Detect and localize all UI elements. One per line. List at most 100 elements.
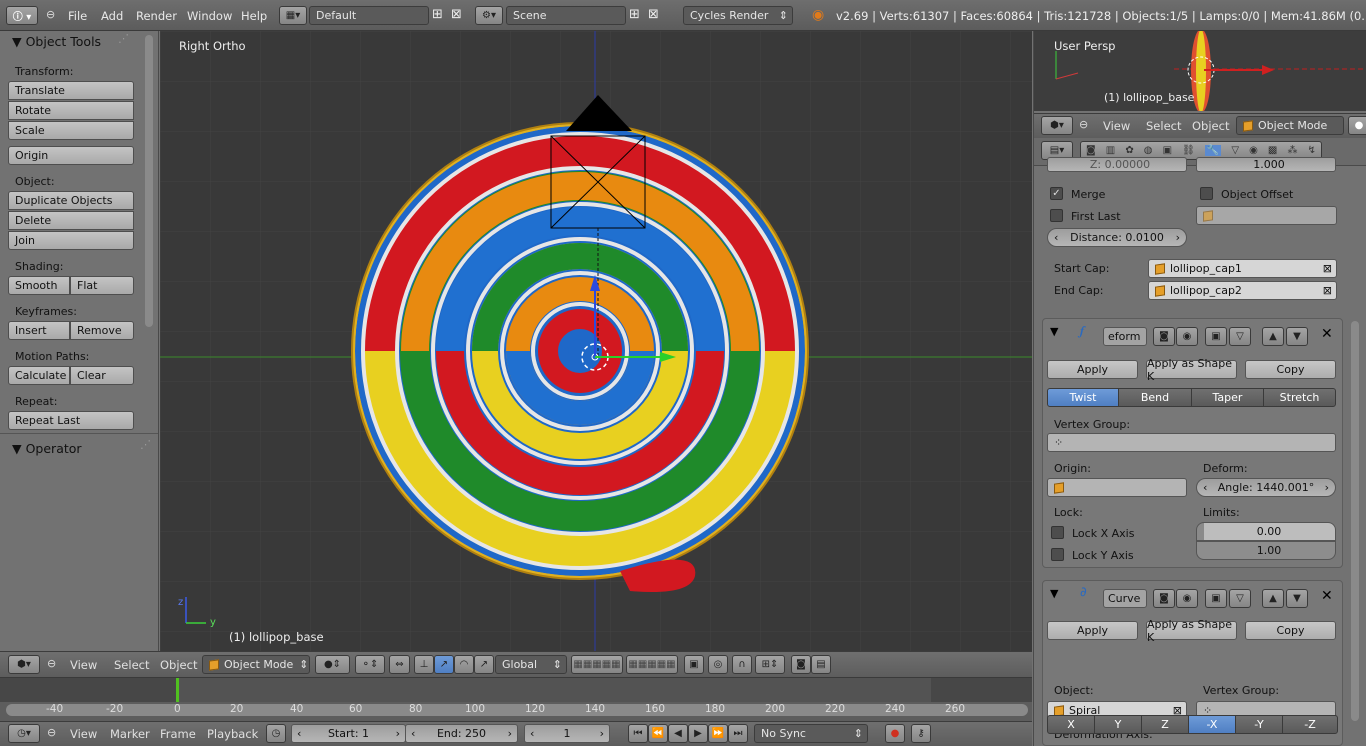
scene-button[interactable]: ⚙▾ [475,6,503,25]
delete-scene-icon[interactable]: ⊠ [648,7,659,22]
object-menu[interactable]: Object [160,658,197,672]
object-offset-checkbox[interactable] [1200,187,1213,200]
bend-tab[interactable]: Bend [1118,388,1192,407]
render-toggle-button[interactable]: ◙ [1153,589,1175,608]
mini-mode-select[interactable]: Object Mode [1236,116,1344,135]
scene-tab-icon[interactable]: ✿ [1125,145,1133,156]
duplicate-objects-button[interactable]: Duplicate Objects [8,191,134,210]
scale-manipulator-button[interactable]: ↗ [474,655,494,674]
z-offset-field[interactable]: Z: 0.00000 [1047,157,1187,172]
merge-distance-field[interactable]: ‹ Distance: 0.0100 › [1047,228,1187,247]
editmode-toggle-button[interactable]: ▣ [1205,589,1227,608]
viewport-canvas[interactable]: z y [160,31,1032,651]
taper-tab[interactable]: Taper [1191,388,1264,407]
move-up-button[interactable]: ▲ [1262,589,1284,608]
view-menu[interactable]: View [70,658,97,672]
world-tab-icon[interactable]: ◍ [1144,145,1153,156]
copy-button[interactable]: Copy [1245,360,1336,379]
current-frame-field[interactable]: ‹ 1 › [524,724,610,743]
rotate-button[interactable]: Rotate [8,101,134,120]
shelf-scrollbar[interactable] [145,35,153,327]
marker-menu[interactable]: Marker [110,727,150,741]
current-frame-indicator[interactable] [176,678,179,702]
clear-field-icon[interactable]: ⊠ [1323,284,1336,297]
editor-type-button[interactable]: ⬢▾ [8,655,40,674]
render-opengl-button[interactable]: ◙ [791,655,811,674]
object-tab-icon[interactable]: ▣ [1163,145,1172,156]
proportional-edit-button[interactable]: ◎ [708,655,728,674]
limit-min-field[interactable]: 0.00 [1196,522,1336,541]
frame-menu[interactable]: Frame [160,727,196,741]
playback-menu[interactable]: Playback [207,727,258,741]
play-button[interactable]: ▶ [688,724,708,743]
mini-3d-view[interactable]: User Persp (1) lollipop_base [1034,31,1366,111]
collapse-triangle-icon[interactable]: ▼ [1050,325,1058,338]
timeline-scrollbar[interactable] [6,704,1028,716]
origin-object-field[interactable] [1047,478,1187,497]
jump-end-button[interactable]: ⏭ [728,724,748,743]
rotate-manipulator-button[interactable]: ◠ [454,655,474,674]
manipulator-toggle-button[interactable]: ⇔ [389,655,410,674]
layer-buttons-b[interactable]: ▦▦▦▦▦ [626,655,678,674]
axis-y-button[interactable]: Y [1094,715,1142,734]
viewport-toggle-button[interactable]: ◉ [1176,327,1198,346]
delete-button[interactable]: Delete [8,211,134,230]
cage-toggle-button[interactable]: ▽ [1229,589,1251,608]
flat-button[interactable]: Flat [70,276,134,295]
remove-modifier-icon[interactable]: ✕ [1321,326,1333,342]
copy-button[interactable]: Copy [1245,621,1336,640]
lock-x-checkbox[interactable] [1051,526,1064,539]
mini-object-menu[interactable]: Object [1192,119,1229,133]
screen-layout-field[interactable]: Default [309,6,429,25]
apply-as-shape-button[interactable]: Apply as Shape K [1146,618,1237,644]
mini-editor-type-button[interactable]: ⬢▾ [1041,116,1073,135]
pivot-point-button[interactable]: ⚬⇕ [355,655,385,674]
collapse-menu-icon[interactable]: ⊖ [47,726,56,739]
constraints-tab-icon[interactable]: ⛓ [1182,145,1195,156]
origin-button[interactable]: Origin [8,146,134,165]
stretch-tab[interactable]: Stretch [1263,388,1336,407]
collapse-menu-icon[interactable]: ⊖ [1079,118,1088,131]
menu-file[interactable]: File [68,9,87,23]
join-button[interactable]: Join [8,231,134,250]
delete-layout-icon[interactable]: ⊠ [451,7,462,22]
layers-tab-icon[interactable]: ▥ [1106,145,1115,156]
axis-neg-y-button[interactable]: -Y [1235,715,1283,734]
clear-field-icon[interactable]: ⊠ [1323,262,1336,275]
menu-render[interactable]: Render [136,9,177,23]
end-frame-field[interactable]: ‹ End: 250 › [405,724,518,743]
vertex-group-field[interactable]: ⁘ [1047,433,1336,452]
curve-modifier-name-field[interactable]: Curve [1103,589,1147,608]
twist-tab[interactable]: Twist [1047,388,1119,407]
3d-viewport[interactable]: z y Right Ortho (1) lollipop_base [160,31,1032,651]
translate-button[interactable]: Translate [8,81,134,100]
properties-scrollbar[interactable] [1351,321,1359,721]
timeline-view-menu[interactable]: View [70,727,97,741]
timeline-area[interactable] [0,677,1032,722]
collapse-menu-icon[interactable]: ⊖ [47,657,56,670]
operator-panel-header[interactable]: ▼ Operator [12,441,82,456]
end-cap-field[interactable]: lollipop_cap2 ⊠ [1148,281,1337,300]
modifier-name-field[interactable]: eform [1103,327,1147,346]
axis-neg-z-button[interactable]: -Z [1282,715,1338,734]
viewport-shading-button[interactable]: ●⇕ [315,655,350,674]
modifiers-tab-icon[interactable]: 🔧 [1204,145,1222,156]
transform-orientation-select[interactable]: Global ⇕ [495,655,567,674]
remove-keyframe-button[interactable]: Remove [70,321,134,340]
particles-tab-icon[interactable]: ⁂ [1287,145,1297,156]
translate-manipulator-button[interactable]: ⊥ [414,655,434,674]
insert-keyframe-button[interactable]: Insert [8,321,70,340]
mini-select-menu[interactable]: Select [1146,119,1181,133]
add-scene-icon[interactable]: ⊞ [629,7,640,22]
axis-z-button[interactable]: Z [1141,715,1189,734]
smooth-button[interactable]: Smooth [8,276,70,295]
move-up-button[interactable]: ▲ [1262,327,1284,346]
axis-neg-x-button[interactable]: -X [1188,715,1236,734]
info-editor-type-button[interactable]: ⓘ ▾ [6,6,38,25]
start-cap-field[interactable]: lollipop_cap1 ⊠ [1148,259,1337,278]
snap-element-button[interactable]: ⊞⇕ [755,655,785,674]
remove-modifier-icon[interactable]: ✕ [1321,588,1333,604]
play-reverse-button[interactable]: ◀ [668,724,688,743]
select-menu[interactable]: Select [114,658,149,672]
offset-object-field[interactable] [1196,206,1337,225]
